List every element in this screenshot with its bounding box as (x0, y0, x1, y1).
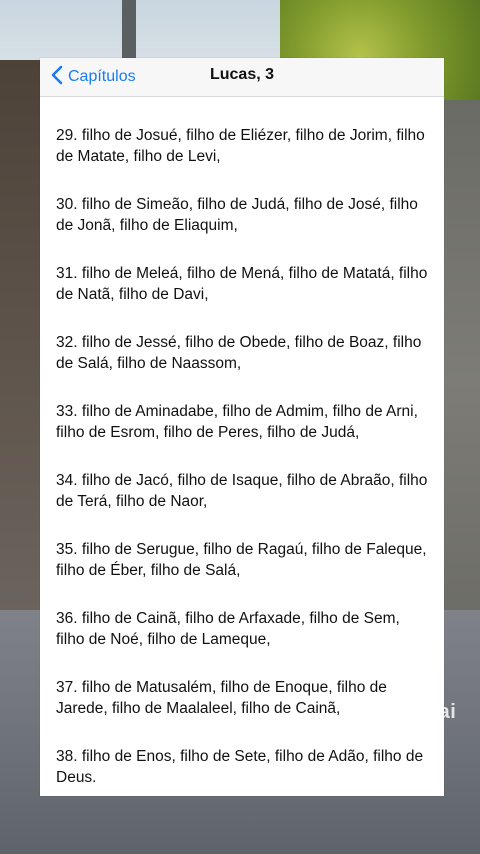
navigation-bar: Capítulos Lucas, 3 (40, 58, 444, 97)
verse-item: 34. filho de Jacó, filho de Isaque, filh… (56, 472, 428, 510)
verse-item: 35. filho de Serugue, filho de Ragaú, fi… (56, 541, 427, 579)
kwai-handle: @luizmiguelh (394, 723, 443, 732)
chapter-content[interactable]: 29. filho de Josué, filho de Eliézer, fi… (40, 97, 444, 796)
verse-item: 31. filho de Meleá, filho de Mená, filho… (56, 265, 428, 303)
verse-item: 32. filho de Jessé, filho de Obede, filh… (56, 334, 422, 372)
verse-item: 37. filho de Matusalém, filho de Enoque,… (56, 679, 387, 717)
verse-item: 30. filho de Simeão, filho de Judá, filh… (56, 196, 418, 234)
kwai-camera-icon (388, 700, 408, 725)
verse-item: 29. filho de Josué, filho de Eliézer, fi… (56, 127, 425, 165)
kwai-logo: kwai (388, 700, 472, 725)
verse-list: 29. filho de Josué, filho de Eliézer, fi… (56, 125, 432, 796)
verse-item: 33. filho de Aminadabe, filho de Admim, … (56, 403, 418, 441)
kwai-brand-text: kwai (411, 701, 457, 723)
kwai-watermark: kwai @luizmiguelh (388, 700, 472, 740)
verse-item: 36. filho de Cainã, filho de Arfaxade, f… (56, 610, 400, 648)
chapter-title: Lucas, 3 (209, 66, 275, 83)
background-pole (122, 0, 136, 60)
verse-item: 38. filho de Enos, filho de Sete, filho … (56, 748, 424, 786)
bible-reader-panel: Capítulos Lucas, 3 29. filho de Josué, f… (40, 58, 444, 796)
